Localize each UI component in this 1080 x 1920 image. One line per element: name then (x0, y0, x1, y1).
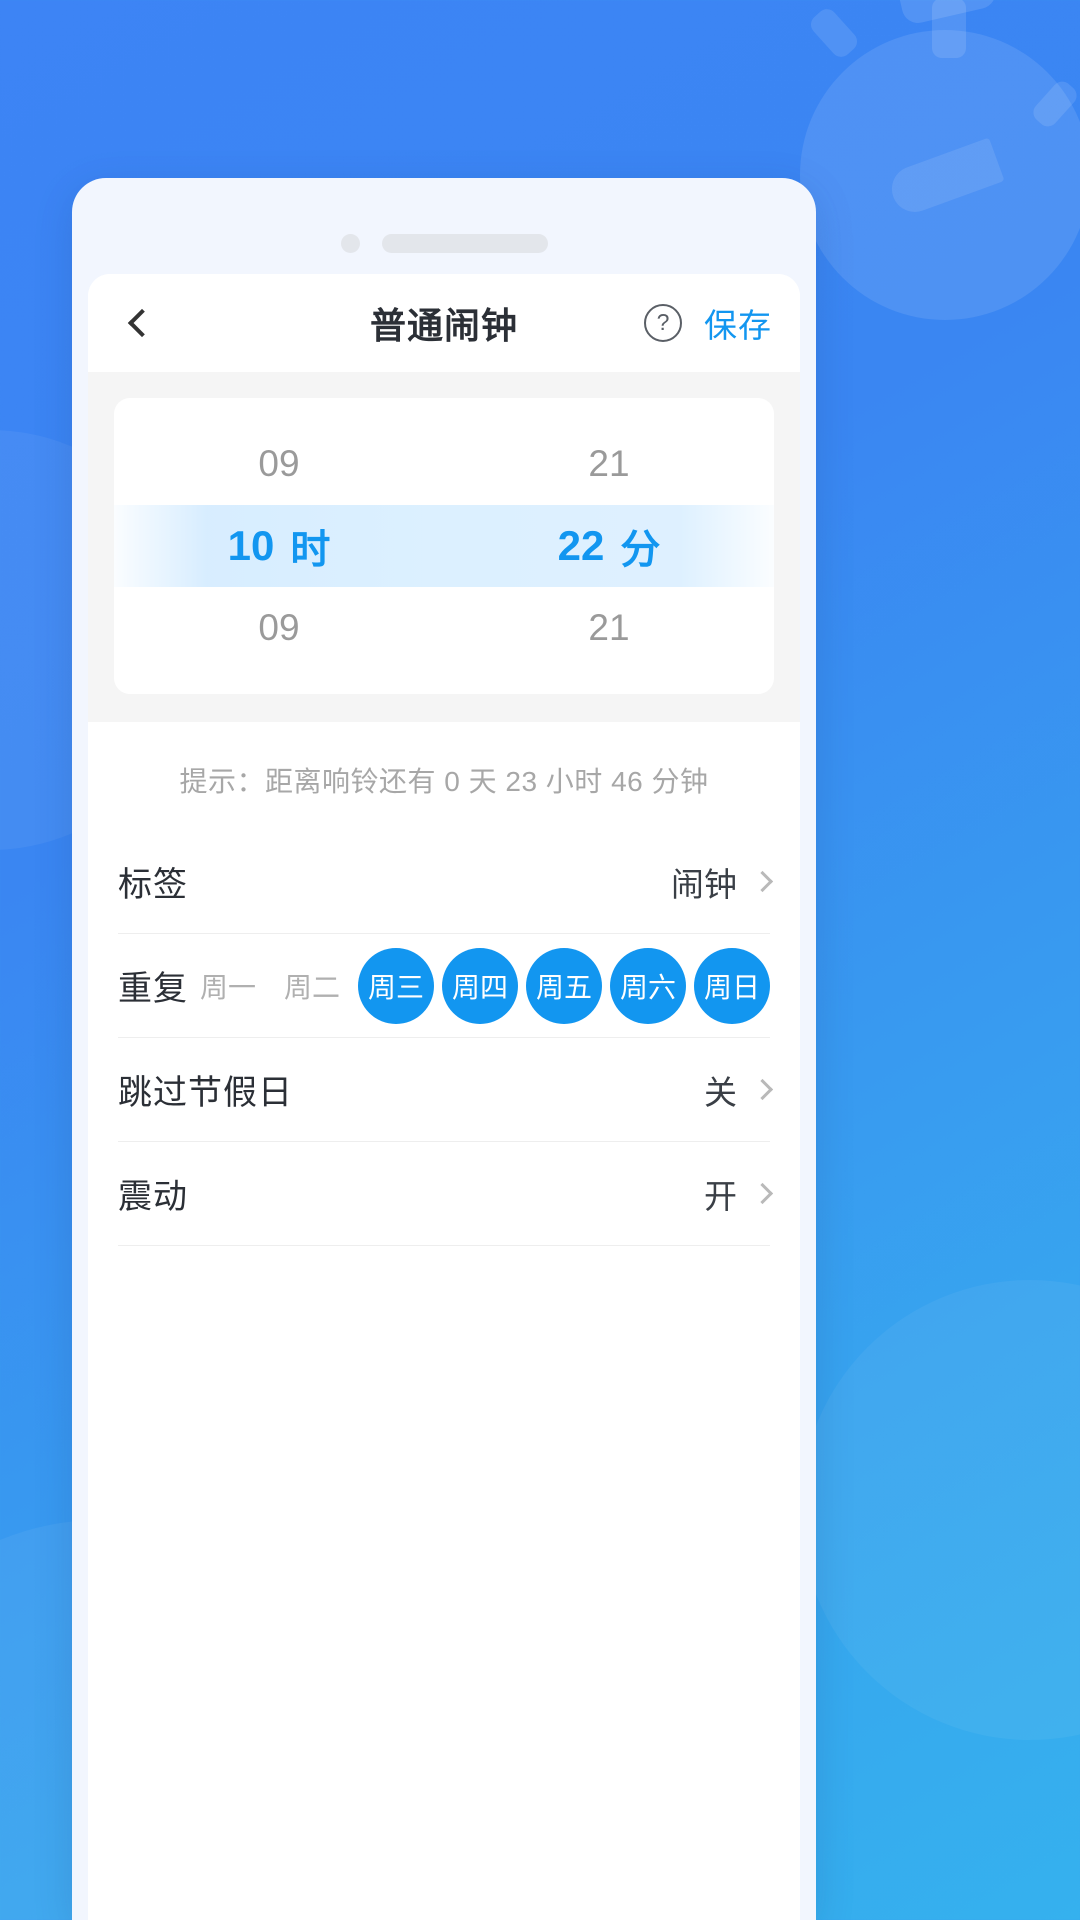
hour-picker-column[interactable]: 09 10 时 09 (114, 398, 444, 694)
row-label-title: 标签 (118, 866, 188, 904)
row-vibration[interactable]: 震动 开 (118, 1142, 774, 1246)
chevron-right-icon (751, 870, 774, 893)
row-skip-holiday-title: 跳过节假日 (118, 1074, 293, 1112)
weekday-chip-tue[interactable]: 周二 (274, 948, 350, 1024)
hour-option-next[interactable]: 09 (114, 587, 444, 669)
row-vibration-right: 开 (704, 1170, 774, 1218)
minute-selected-value: 22 (557, 522, 605, 569)
help-icon[interactable]: ? (644, 304, 682, 342)
time-picker-section: 09 10 时 09 21 22 分 21 (88, 372, 800, 722)
minute-option-selected[interactable]: 22 分 (444, 505, 774, 587)
minute-option-previous[interactable]: 21 (444, 423, 774, 505)
weekday-chip-fri[interactable]: 周五 (526, 947, 602, 1024)
settings-list: 标签 闹钟 重复 周一 周二 周三 周四 周五 周六 周日 跳过节假日 关 震动… (88, 830, 800, 1246)
weekday-chip-thu[interactable]: 周四 (442, 947, 518, 1024)
save-button[interactable]: 保存 (704, 299, 772, 347)
row-skip-holiday-right: 关 (704, 1066, 774, 1114)
phone-top-hardware (72, 178, 816, 274)
row-vibration-title: 震动 (118, 1178, 188, 1216)
row-vibration-value: 开 (704, 1177, 737, 1215)
chevron-left-icon (127, 308, 157, 338)
time-picker-card: 09 10 时 09 21 22 分 21 (114, 398, 774, 694)
chevron-right-icon (751, 1078, 774, 1101)
countdown-hint-text: 提示：距离响铃还有 0 天 23 小时 46 分钟 (179, 766, 709, 797)
app-screen: 普通闹钟 ? 保存 09 10 时 09 21 22 分 21 提示：距离响铃还… (88, 274, 800, 1920)
front-camera-icon (340, 233, 360, 253)
hour-unit-label: 时 (290, 528, 331, 572)
hour-prev-value: 09 (258, 443, 300, 484)
weekday-chips: 周一 周二 周三 周四 周五 周六 周日 (190, 947, 770, 1024)
minute-next-value: 21 (588, 607, 630, 648)
earpiece-speaker (381, 233, 548, 253)
hour-next-value: 09 (258, 607, 300, 648)
weekday-chip-sun[interactable]: 周日 (694, 947, 770, 1024)
row-label-right: 闹钟 (671, 858, 774, 906)
back-button[interactable] (110, 294, 168, 352)
row-skip-holiday[interactable]: 跳过节假日 关 (118, 1038, 774, 1142)
app-header: 普通闹钟 ? 保存 (88, 274, 800, 372)
minute-unit-label: 分 (620, 528, 661, 572)
phone-frame: 普通闹钟 ? 保存 09 10 时 09 21 22 分 21 提示：距离响铃还… (72, 178, 816, 1920)
weekday-chip-sat[interactable]: 周六 (610, 947, 686, 1024)
row-repeat[interactable]: 重复 周一 周二 周三 周四 周五 周六 周日 (118, 934, 770, 1038)
minute-prev-value: 21 (588, 443, 630, 484)
background-blob-right (800, 1280, 1080, 1740)
hour-selected-value: 10 (227, 522, 275, 569)
stopwatch-watermark-icon (780, 0, 1080, 320)
minute-option-next[interactable]: 21 (444, 587, 774, 669)
row-label[interactable]: 标签 闹钟 (118, 830, 774, 934)
weekday-chip-wed[interactable]: 周三 (358, 947, 434, 1024)
row-label-value: 闹钟 (671, 865, 737, 903)
hour-option-selected[interactable]: 10 时 (114, 505, 444, 587)
row-skip-holiday-value: 关 (704, 1073, 737, 1111)
hour-option-previous[interactable]: 09 (114, 423, 444, 505)
row-repeat-title: 重复 (118, 970, 188, 1008)
chevron-right-icon (751, 1182, 774, 1205)
minute-picker-column[interactable]: 21 22 分 21 (444, 398, 774, 694)
weekday-chip-mon[interactable]: 周一 (190, 948, 266, 1024)
header-actions: ? 保存 (644, 299, 772, 347)
